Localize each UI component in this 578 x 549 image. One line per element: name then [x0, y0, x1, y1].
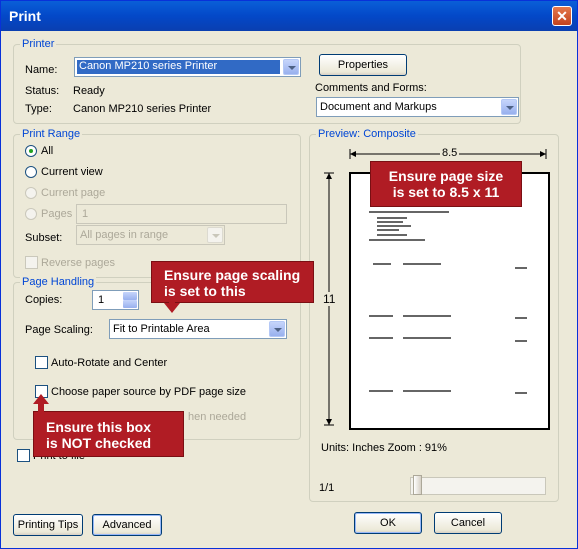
window-title: Print: [9, 8, 41, 24]
page-indicator: 1/1: [319, 482, 335, 494]
auto-rotate-checkbox[interactable]: [35, 356, 48, 369]
printer-name-select[interactable]: Canon MP210 series Printer: [74, 57, 301, 77]
close-icon[interactable]: ✕: [552, 6, 572, 26]
comments-forms-label: Comments and Forms:: [315, 82, 427, 94]
auto-rotate-label[interactable]: Auto-Rotate and Center: [51, 357, 167, 369]
page-scaling-label: Page Scaling:: [25, 324, 93, 336]
ok-button[interactable]: OK: [354, 512, 422, 534]
page-preview: [349, 172, 550, 430]
chevron-down-icon[interactable]: [501, 99, 517, 115]
page-slider-thumb[interactable]: [413, 475, 422, 495]
current-page-radio[interactable]: [25, 187, 37, 199]
print-to-file-checkbox[interactable]: [17, 449, 30, 462]
title-bar: Print ✕: [1, 1, 577, 31]
spin-down-icon[interactable]: [123, 300, 137, 308]
all-label[interactable]: All: [41, 145, 53, 157]
page-scaling-value: Fit to Printable Area: [113, 323, 210, 335]
page-scaling-select[interactable]: Fit to Printable Area: [109, 319, 287, 339]
printer-name-value: Canon MP210 series Printer: [77, 60, 280, 74]
callout-page-size: Ensure page size is set to 8.5 x 11: [370, 161, 522, 207]
units-zoom-label: Units: Inches Zoom : 91%: [321, 442, 447, 454]
spin-up-icon[interactable]: [123, 292, 137, 300]
pages-input[interactable]: 1: [76, 204, 287, 224]
printing-tips-button[interactable]: Printing Tips: [13, 514, 83, 536]
type-label: Type:: [25, 103, 52, 115]
current-view-label[interactable]: Current view: [41, 166, 103, 178]
current-view-radio[interactable]: [25, 166, 37, 178]
chevron-down-icon[interactable]: [207, 227, 223, 243]
print-range-legend: Print Range: [20, 128, 83, 140]
copies-label: Copies:: [25, 294, 63, 306]
chevron-down-icon[interactable]: [283, 59, 299, 75]
page-handling-legend: Page Handling: [20, 276, 97, 288]
callout-box-unchecked: Ensure this box is NOT checked: [33, 411, 184, 457]
advanced-button[interactable]: Advanced: [92, 514, 162, 536]
comments-forms-select[interactable]: Document and Markups: [316, 97, 519, 117]
copies-stepper[interactable]: 1: [92, 290, 139, 310]
choose-paper-source-label[interactable]: Choose paper source by PDF page size: [51, 386, 246, 398]
status-value: Ready: [73, 85, 105, 97]
current-page-label: Current page: [41, 187, 106, 199]
callout-page-scaling: Ensure page scaling is set to this: [151, 261, 314, 303]
width-label: 8.5: [440, 147, 460, 159]
hidden-option-fragment: hen needed: [188, 411, 247, 423]
all-radio[interactable]: [25, 145, 37, 157]
type-value: Canon MP210 series Printer: [73, 103, 212, 115]
pages-radio[interactable]: [25, 208, 37, 220]
preview-legend: Preview: Composite: [316, 128, 418, 140]
cancel-button[interactable]: Cancel: [434, 512, 502, 534]
height-label: 11: [323, 292, 336, 306]
subset-select[interactable]: All pages in range: [76, 225, 225, 245]
page-slider-track[interactable]: [410, 477, 546, 495]
printer-name-label: Name:: [25, 64, 58, 76]
printer-legend: Printer: [20, 38, 57, 50]
preview-sheet: [359, 180, 536, 418]
subset-value: All pages in range: [80, 229, 169, 241]
copies-value: 1: [98, 294, 105, 306]
subset-label: Subset:: [25, 232, 63, 244]
comments-forms-value: Document and Markups: [320, 101, 437, 113]
properties-button[interactable]: Properties: [319, 54, 407, 76]
print-dialog: Print ✕ Printer Name: Canon MP210 series…: [0, 0, 578, 549]
reverse-pages-label: Reverse pages: [41, 257, 115, 269]
chevron-down-icon[interactable]: [269, 321, 285, 337]
reverse-pages-checkbox[interactable]: [25, 256, 38, 269]
pages-label: Pages: [41, 208, 73, 220]
status-label: Status:: [25, 85, 60, 97]
